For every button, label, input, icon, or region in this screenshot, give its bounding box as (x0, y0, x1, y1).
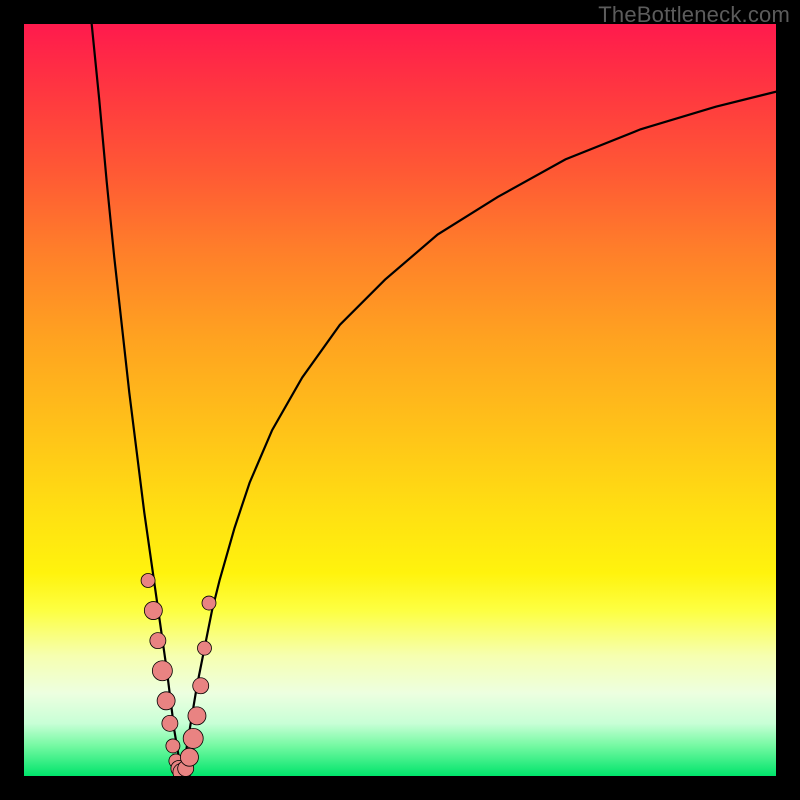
chart-svg (24, 24, 776, 776)
vertex-marker (157, 692, 175, 710)
curve-right-branch (182, 92, 776, 776)
watermark-text: TheBottleneck.com (598, 2, 790, 28)
curve-left-branch (92, 24, 182, 776)
vertex-marker (169, 754, 183, 768)
vertex-marker (178, 760, 194, 776)
vertex-marker (202, 596, 216, 610)
vertex-marker (193, 678, 209, 694)
vertex-marker (180, 748, 198, 766)
vertex-marker (197, 641, 211, 655)
vertex-marker (171, 760, 187, 776)
vertex-marker (183, 728, 203, 748)
vertex-marker (166, 739, 180, 753)
vertex-marker (162, 715, 178, 731)
vertex-marker (144, 602, 162, 620)
vertex-marker (141, 573, 155, 587)
vertex-marker (152, 661, 172, 681)
vertex-marker (188, 707, 206, 725)
plot-area (24, 24, 776, 776)
vertex-marker (173, 763, 191, 776)
chart-frame: TheBottleneck.com (0, 0, 800, 800)
vertex-markers (141, 573, 216, 776)
vertex-marker (150, 633, 166, 649)
